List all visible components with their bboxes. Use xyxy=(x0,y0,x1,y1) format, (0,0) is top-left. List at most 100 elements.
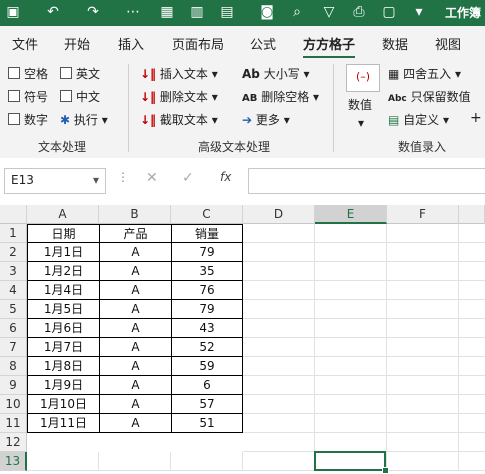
selected-cell[interactable] xyxy=(314,451,386,471)
empty-cells[interactable] xyxy=(243,224,485,471)
table-cell[interactable]: 1月9日 xyxy=(27,376,100,395)
tab-insert[interactable]: 插入 xyxy=(118,34,144,53)
table-cell[interactable]: A xyxy=(99,281,172,300)
row-header[interactable]: 6 xyxy=(0,319,27,338)
checkbox-symbol[interactable]: 符号 xyxy=(8,88,48,105)
chart-icon[interactable]: ▥ xyxy=(188,3,206,21)
tab-data[interactable]: 数据 xyxy=(382,34,408,53)
table-cell[interactable]: 1月5日 xyxy=(27,300,100,319)
table-cell[interactable]: 1月4日 xyxy=(27,281,100,300)
table-cell[interactable]: 1月6日 xyxy=(27,319,100,338)
column-header[interactable] xyxy=(459,205,485,224)
add-icon[interactable]: + xyxy=(470,110,482,126)
chevron-down-icon[interactable]: ▾ xyxy=(93,173,99,187)
tab-file[interactable]: 文件 xyxy=(12,34,38,53)
column-header[interactable]: F xyxy=(387,205,459,224)
fill-handle[interactable] xyxy=(382,467,389,474)
function-icon[interactable]: fx xyxy=(220,170,231,184)
row-header[interactable]: 4 xyxy=(0,281,27,300)
table-cell[interactable]: A xyxy=(99,319,172,338)
table-cell[interactable]: A xyxy=(99,376,172,395)
table-cell[interactable]: A xyxy=(99,243,172,262)
table-cell[interactable]: 51 xyxy=(171,414,243,433)
row-header[interactable]: 2 xyxy=(0,243,27,262)
name-box[interactable]: E13 ▾ xyxy=(4,168,106,194)
row-header[interactable]: 3 xyxy=(0,262,27,281)
undo-icon[interactable]: ↶ xyxy=(44,3,62,21)
checkbox-space[interactable]: 空格 xyxy=(8,65,48,82)
table-cell[interactable]: 79 xyxy=(171,243,243,262)
row-header[interactable]: 8 xyxy=(0,357,27,376)
round-button[interactable]: ▦ 四舍五入 ▾ xyxy=(388,65,461,82)
camera-icon[interactable]: ◙ xyxy=(258,3,276,21)
column-header[interactable]: C xyxy=(171,205,243,224)
filter-icon[interactable]: ▽ xyxy=(320,3,338,21)
customize-qat-icon[interactable]: ▾ xyxy=(410,3,428,21)
more-button[interactable]: ➔ 更多 ▾ xyxy=(242,111,290,128)
redo-icon[interactable]: ↷ xyxy=(84,3,102,21)
empty-cells[interactable] xyxy=(27,452,243,471)
row-header[interactable]: 9 xyxy=(0,376,27,395)
column-header[interactable]: A xyxy=(27,205,99,224)
table-cell[interactable]: 1月7日 xyxy=(27,338,100,357)
checkbox-english[interactable]: 英文 xyxy=(60,65,100,82)
remove-space-button[interactable]: AB 删除空格 ▾ xyxy=(242,88,319,105)
case-button[interactable]: Ab 大小写 ▾ xyxy=(242,65,310,82)
row-header[interactable]: 7 xyxy=(0,338,27,357)
table-cell[interactable]: 59 xyxy=(171,357,243,376)
table-cell[interactable]: 1月8日 xyxy=(27,357,100,376)
row-header[interactable]: 5 xyxy=(0,300,27,319)
search-icon[interactable]: ⌕ xyxy=(288,3,306,21)
execute-button[interactable]: ✱ 执行 ▾ xyxy=(60,111,108,128)
table-cell[interactable]: A xyxy=(99,357,172,376)
format-painter-icon[interactable]: ⋯ xyxy=(124,3,142,21)
column-header[interactable]: D xyxy=(243,205,315,224)
insert-text-button[interactable]: ↓‖ 插入文本 ▾ xyxy=(140,65,218,82)
keep-value-button[interactable]: Abc 只保留数值 xyxy=(388,88,471,105)
grid-icon[interactable]: ▤ xyxy=(218,3,236,21)
tab-view[interactable]: 视图 xyxy=(435,34,461,53)
row-header[interactable]: 12 xyxy=(0,433,27,452)
row-header[interactable]: 10 xyxy=(0,395,27,414)
table-cell[interactable]: 76 xyxy=(171,281,243,300)
table-cell[interactable]: 1月1日 xyxy=(27,243,100,262)
table-header-cell[interactable]: 产品 xyxy=(99,224,172,243)
tab-formulas[interactable]: 公式 xyxy=(250,34,276,53)
table-header-cell[interactable]: 销量 xyxy=(171,224,243,243)
tab-fangfang[interactable]: 方方格子 xyxy=(303,34,356,59)
row-header[interactable]: 1 xyxy=(0,224,27,243)
checkbox-chinese[interactable]: 中文 xyxy=(60,88,100,105)
enter-icon[interactable]: ✓ xyxy=(182,170,194,186)
column-header-selected[interactable]: E xyxy=(315,205,387,224)
table-cell[interactable]: 1月11日 xyxy=(27,414,100,433)
table-cell[interactable]: A xyxy=(99,338,172,357)
table-cell[interactable]: 43 xyxy=(171,319,243,338)
image-icon[interactable]: ▢ xyxy=(380,3,398,21)
numeric-dropdown-icon[interactable]: ▾ xyxy=(358,116,364,130)
table-cell[interactable]: 35 xyxy=(171,262,243,281)
column-header[interactable]: B xyxy=(99,205,171,224)
tab-page-layout[interactable]: 页面布局 xyxy=(172,34,224,53)
tab-home[interactable]: 开始 xyxy=(64,34,90,53)
formula-input[interactable] xyxy=(248,168,485,194)
table-cell[interactable]: 52 xyxy=(171,338,243,357)
table-icon[interactable]: ▦ xyxy=(158,3,176,21)
cancel-icon[interactable]: ✕ xyxy=(146,170,158,186)
table-header-cell[interactable]: 日期 xyxy=(27,224,100,243)
table-cell[interactable]: A xyxy=(99,300,172,319)
extract-text-button[interactable]: ↓‖ 截取文本 ▾ xyxy=(140,111,218,128)
table-cell[interactable]: A xyxy=(99,414,172,433)
table-cell[interactable]: 1月10日 xyxy=(27,395,100,414)
table-cell[interactable]: 79 xyxy=(171,300,243,319)
save-icon[interactable]: ▣ xyxy=(4,3,22,21)
print-icon[interactable]: ⎙ xyxy=(350,3,368,21)
numeric-button[interactable]: 数值 xyxy=(348,96,372,113)
checkbox-number[interactable]: 数字 xyxy=(8,111,48,128)
table-cell[interactable]: A xyxy=(99,395,172,414)
select-all-corner[interactable] xyxy=(0,205,27,224)
delete-text-button[interactable]: ↓‖ 删除文本 ▾ xyxy=(140,88,218,105)
custom-button[interactable]: ▤ 自定义 ▾ xyxy=(388,111,449,128)
table-cell[interactable]: A xyxy=(99,262,172,281)
table-cell[interactable]: 1月2日 xyxy=(27,262,100,281)
row-header[interactable]: 11 xyxy=(0,414,27,433)
